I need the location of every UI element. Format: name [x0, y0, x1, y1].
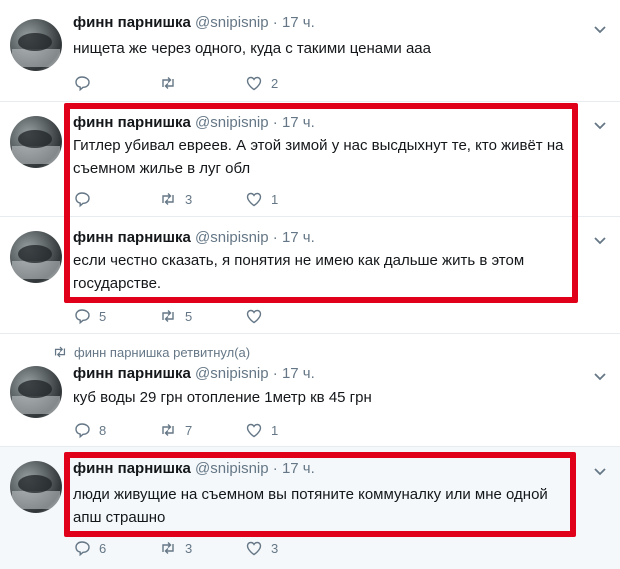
retweet-count: 3 — [185, 540, 193, 556]
avatar[interactable] — [10, 116, 62, 168]
retweeted-by-line: финн парнишка ретвитнул(а) — [52, 344, 250, 360]
avatar[interactable] — [10, 231, 62, 283]
chevron-down-icon[interactable] — [592, 21, 608, 37]
reply-button[interactable]: 8 — [73, 420, 106, 440]
tweet-actions: 5 5 — [73, 306, 333, 326]
like-button[interactable]: 1 — [245, 420, 278, 440]
reply-icon — [75, 423, 90, 439]
reply-button[interactable]: 5 — [73, 306, 106, 326]
highlight-box-tweets-2-3 — [64, 103, 578, 303]
retweet-count: 5 — [185, 308, 193, 324]
reply-button[interactable]: 6 — [73, 538, 106, 558]
tweet-header: финн парнишка @snipisnip · 17 ч. — [73, 14, 315, 31]
avatar[interactable] — [10, 366, 62, 418]
retweeted-by-text[interactable]: финн парнишка ретвитнул(а) — [74, 345, 250, 360]
timestamp[interactable]: 17 ч. — [282, 365, 315, 382]
author-handle[interactable]: @snipisnip — [195, 14, 269, 31]
tweet-4[interactable]: финн парнишка ретвитнул(а) финн парнишка… — [0, 333, 620, 446]
reply-button[interactable] — [73, 73, 99, 93]
tweet-text: куб воды 29 грн отопление 1метр кв 45 гр… — [73, 389, 372, 406]
separator-dot: · — [272, 14, 278, 31]
tweet-actions: 8 7 1 — [73, 420, 333, 440]
chevron-down-icon[interactable] — [592, 232, 608, 248]
reply-icon — [75, 541, 90, 557]
reply-icon — [75, 309, 90, 325]
separator-dot: · — [272, 365, 278, 382]
avatar[interactable] — [10, 19, 62, 71]
avatar[interactable] — [10, 461, 62, 513]
tweet-actions: 2 — [73, 73, 333, 93]
author-name[interactable]: финн парнишка — [73, 14, 191, 31]
reply-count: 8 — [99, 422, 107, 438]
reply-count: 6 — [99, 540, 107, 556]
chevron-down-icon[interactable] — [592, 368, 608, 384]
like-count: 1 — [271, 422, 279, 438]
retweet-icon — [162, 542, 174, 554]
retweet-icon — [162, 310, 174, 322]
highlight-box-tweet-5 — [64, 452, 576, 537]
reply-count: 5 — [99, 308, 107, 324]
retweet-button[interactable]: 5 — [159, 306, 192, 326]
author-name[interactable]: финн парнишка — [73, 365, 191, 382]
like-count: 3 — [271, 540, 279, 556]
retweet-button[interactable] — [159, 73, 185, 93]
heart-icon — [246, 76, 262, 91]
retweet-button[interactable]: 7 — [159, 420, 192, 440]
chevron-down-icon[interactable] — [592, 117, 608, 133]
retweet-button[interactable]: 3 — [159, 538, 192, 558]
author-handle[interactable]: @snipisnip — [195, 365, 269, 382]
heart-icon — [246, 541, 262, 556]
tweet-header: финн парнишка @snipisnip · 17 ч. — [73, 365, 315, 382]
heart-icon — [246, 309, 262, 324]
tweet-1[interactable]: финн парнишка @snipisnip · 17 ч. нищета … — [0, 0, 620, 101]
retweet-count: 7 — [185, 422, 193, 438]
like-button[interactable] — [245, 306, 271, 326]
chevron-down-icon[interactable] — [592, 463, 608, 479]
retweet-icon — [162, 77, 174, 89]
retweet-icon — [54, 346, 66, 358]
reply-icon — [75, 76, 90, 92]
retweet-icon — [162, 424, 174, 436]
heart-icon — [246, 423, 262, 438]
like-button[interactable]: 2 — [245, 73, 278, 93]
like-button[interactable]: 3 — [245, 538, 278, 558]
timestamp[interactable]: 17 ч. — [282, 14, 315, 31]
like-count: 2 — [271, 75, 279, 91]
tweet-text: нищета же через одного, куда с такими це… — [73, 40, 431, 57]
tweet-actions: 6 3 3 — [73, 538, 333, 558]
